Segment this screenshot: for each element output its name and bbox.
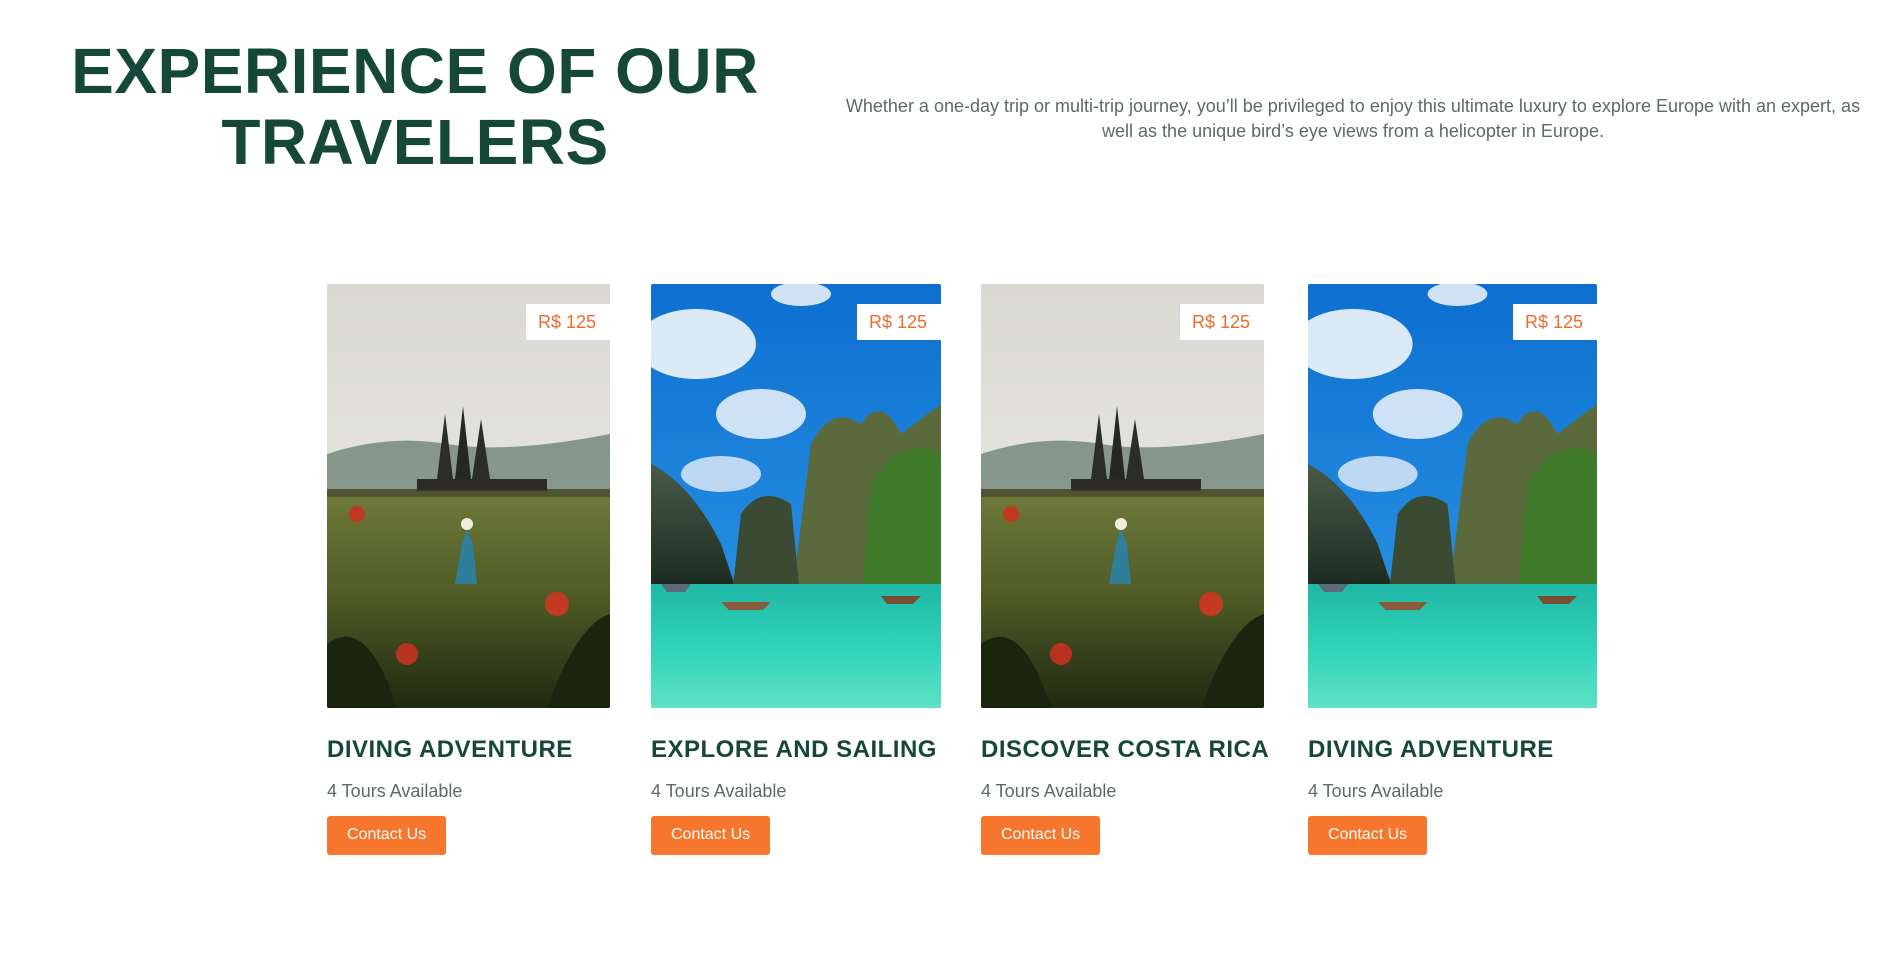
tropical-lagoon-photo: R$ 125 [651, 284, 941, 708]
contact-us-button[interactable]: Contact Us [651, 816, 771, 855]
page: EXPERIENCE OF OUR TRAVELERS Whether a on… [0, 0, 1901, 958]
card-title: DIVING ADVENTURE [1308, 736, 1554, 763]
tours-available-text: 4 Tours Available [651, 781, 787, 801]
tours-available-text: 4 Tours Available [981, 781, 1117, 801]
price-badge: R$ 125 [1512, 304, 1597, 340]
contact-us-button[interactable]: Contact Us [1308, 816, 1428, 855]
section-title-line-2: TRAVELERS [221, 106, 609, 178]
tours-available-text: 4 Tours Available [327, 781, 463, 801]
section-title-line-1: EXPERIENCE OF OUR [71, 35, 759, 107]
contact-us-button[interactable]: Contact Us [327, 816, 447, 855]
tours-available-text: 4 Tours Available [1308, 781, 1444, 801]
price-badge: R$ 125 [525, 304, 610, 340]
card-title: DIVING ADVENTURE [327, 736, 573, 763]
tropical-lagoon-photo: R$ 125 [1308, 284, 1597, 708]
price-badge: R$ 125 [1179, 304, 1264, 340]
temple-meadow-photo: R$ 125 [981, 284, 1264, 708]
tour-card: R$ 125 DISCOVER COSTA RICA 4 Tours Avail… [981, 284, 1270, 855]
tour-card: R$ 125 EXPLORE AND SAILING 4 Tours Avail… [651, 284, 941, 855]
section-description: Whether a one-day trip or multi-trip jou… [845, 96, 1861, 141]
section-title: EXPERIENCE OF OUR TRAVELERS [60, 36, 770, 178]
card-title: DISCOVER COSTA RICA [981, 736, 1270, 763]
tour-card: R$ 125 DIVING ADVENTURE 4 Tours Availabl… [327, 284, 610, 855]
temple-meadow-photo: R$ 125 [327, 284, 610, 708]
card-title: EXPLORE AND SAILING [651, 736, 937, 763]
price-badge: R$ 125 [856, 304, 941, 340]
tour-card: R$ 125 DIVING ADVENTURE 4 Tours Availabl… [1308, 284, 1597, 855]
contact-us-button[interactable]: Contact Us [981, 816, 1101, 855]
